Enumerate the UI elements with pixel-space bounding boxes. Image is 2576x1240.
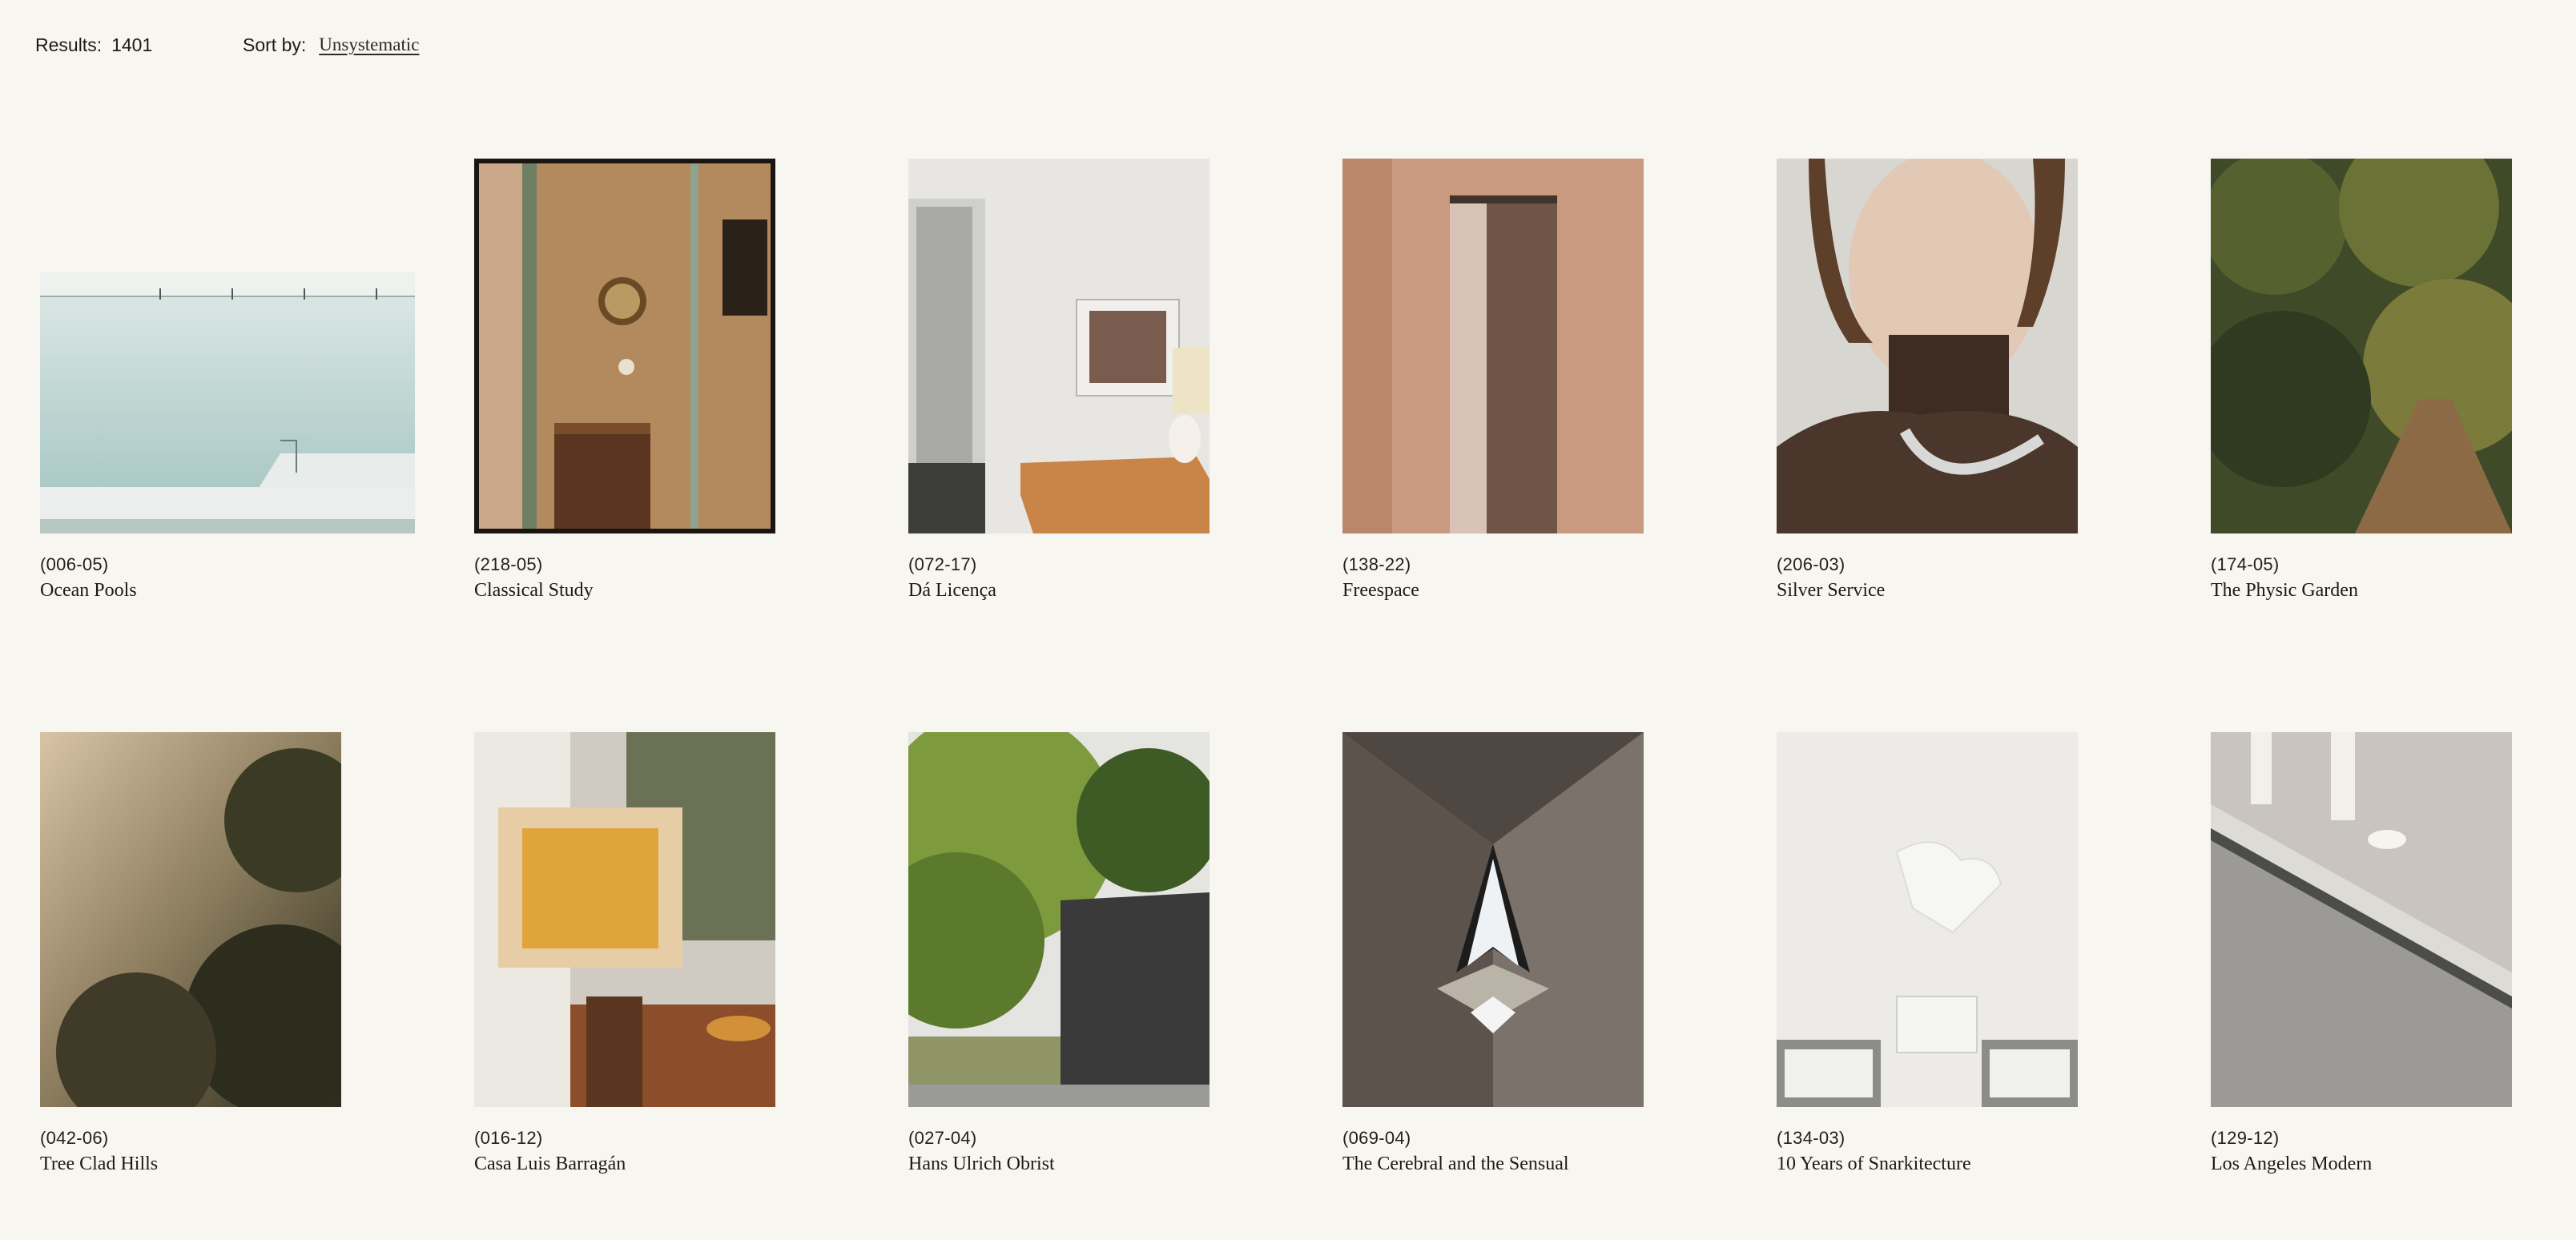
project-code: (134-03)	[1777, 1128, 1845, 1148]
project-title[interactable]: The Cerebral and the Sensual	[1342, 1153, 1569, 1175]
project-thumbnail[interactable]	[1777, 732, 2078, 1107]
project-thumbnail[interactable]	[1342, 159, 1644, 533]
sort-control: Sort by: Unsystematic	[243, 30, 419, 59]
project-title[interactable]: Tree Clad Hills	[40, 1153, 158, 1175]
project-thumbnail[interactable]	[474, 159, 775, 533]
project-code: (027-04)	[908, 1128, 977, 1148]
project-thumbnail[interactable]	[2211, 732, 2512, 1107]
project-title[interactable]: Casa Luis Barragán	[474, 1153, 626, 1175]
project-code: (016-12)	[474, 1128, 543, 1148]
project-thumbnail[interactable]	[40, 732, 341, 1107]
project-title[interactable]: Classical Study	[474, 580, 594, 602]
project-title[interactable]: The Physic Garden	[2211, 580, 2358, 602]
project-thumbnail[interactable]	[1342, 732, 1644, 1107]
project-thumbnail[interactable]	[474, 732, 775, 1107]
project-thumbnail[interactable]	[2211, 159, 2512, 533]
results-count: 1401	[111, 34, 153, 55]
project-code: (069-04)	[1342, 1128, 1411, 1148]
project-code: (174-05)	[2211, 554, 2280, 574]
project-thumbnail[interactable]	[1777, 159, 2078, 533]
project-code: (042-06)	[40, 1128, 109, 1148]
project-title[interactable]: Dá Licença	[908, 580, 996, 602]
project-title[interactable]: Hans Ulrich Obrist	[908, 1153, 1055, 1175]
project-title[interactable]: Ocean Pools	[40, 580, 137, 602]
project-title[interactable]: 10 Years of Snarkitecture	[1777, 1153, 1971, 1175]
project-code: (006-05)	[40, 554, 109, 574]
project-title[interactable]: Los Angeles Modern	[2211, 1153, 2372, 1175]
results-summary: Results: 1401	[35, 30, 152, 59]
project-code: (206-03)	[1777, 554, 1845, 574]
project-code: (138-22)	[1342, 554, 1411, 574]
project-title[interactable]: Silver Service	[1777, 580, 1885, 602]
project-thumbnail[interactable]	[40, 272, 415, 533]
project-thumbnail[interactable]	[908, 732, 1210, 1107]
project-thumbnail[interactable]	[908, 159, 1210, 533]
project-code: (072-17)	[908, 554, 977, 574]
project-code: (129-12)	[2211, 1128, 2280, 1148]
sort-label: Sort by:	[243, 34, 307, 55]
sort-option-link[interactable]: Unsystematic	[319, 34, 419, 55]
results-label: Results:	[35, 34, 103, 55]
project-code: (218-05)	[474, 554, 543, 574]
project-title[interactable]: Freespace	[1342, 580, 1419, 602]
